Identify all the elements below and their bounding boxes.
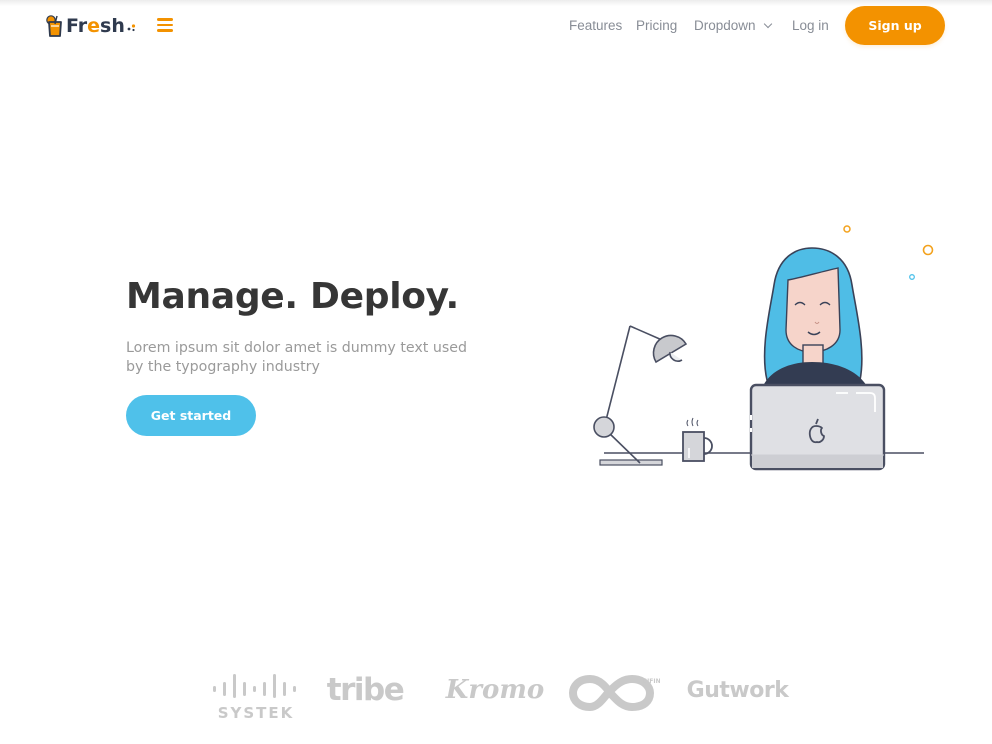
client-logo-gutwork: Gutwork bbox=[686, 677, 789, 703]
chevron-down-icon bbox=[763, 19, 772, 29]
client-logo-tribe: tribe bbox=[326, 672, 405, 708]
juice-glass-icon bbox=[46, 15, 62, 37]
hero-illustration bbox=[593, 225, 934, 471]
infinity-icon bbox=[568, 674, 655, 712]
decor-circle-icon bbox=[843, 225, 851, 233]
client-logo-systek: SYSTEK bbox=[205, 655, 305, 725]
get-started-button[interactable]: Get started bbox=[126, 395, 256, 436]
desk-lamp-icon bbox=[593, 325, 688, 466]
nav-dropdown-label: Dropdown bbox=[694, 18, 756, 33]
nav-pricing[interactable]: Pricing bbox=[636, 18, 677, 33]
decor-circle-icon bbox=[909, 274, 915, 280]
nav-dropdown[interactable]: Dropdown bbox=[694, 18, 772, 33]
laptop-icon bbox=[749, 383, 886, 471]
nav-features[interactable]: Features bbox=[569, 18, 622, 33]
svg-text:INFINITE: INFINITE bbox=[642, 678, 660, 685]
navbar: Fresh Features Pricing Dropdown Log in S… bbox=[0, 0, 992, 52]
client-logo-kromo: Kromo bbox=[445, 675, 545, 705]
client-logo-infinite: INFINITE bbox=[568, 655, 660, 725]
brand-wordmark: Fresh bbox=[66, 15, 125, 37]
hero-title: Manage. Deploy. bbox=[126, 276, 459, 317]
brand-logo[interactable]: Fresh bbox=[46, 12, 137, 40]
nav-login[interactable]: Log in bbox=[792, 18, 829, 33]
logo-dots-icon bbox=[127, 24, 135, 32]
hamburger-icon[interactable] bbox=[157, 18, 173, 32]
svg-text:SYSTEK: SYSTEK bbox=[218, 704, 295, 720]
person-icon bbox=[762, 247, 868, 388]
hero-subtitle: Lorem ipsum sit dolor amet is dummy text… bbox=[126, 340, 467, 375]
systek-bars-icon: SYSTEK bbox=[213, 674, 296, 720]
client-logos: SYSTEK tribe Kromo INFINITE Gutwork bbox=[0, 655, 992, 735]
signup-button[interactable]: Sign up bbox=[845, 6, 945, 45]
decor-circle-icon bbox=[922, 244, 934, 256]
coffee-mug-icon bbox=[682, 417, 713, 462]
